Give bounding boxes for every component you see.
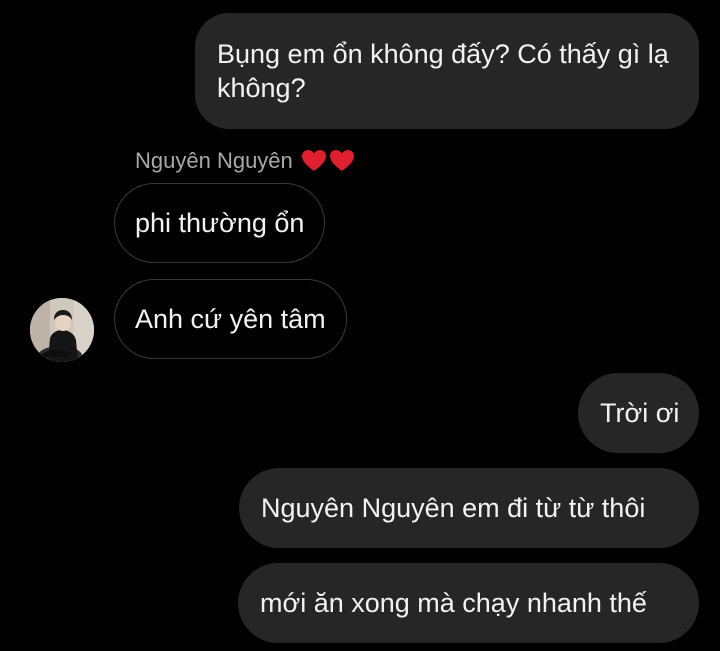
- avatar-image: [30, 298, 94, 362]
- sender-emoji: [301, 149, 355, 173]
- heart-icon: [329, 150, 354, 171]
- outgoing-message-1[interactable]: Bụng em ổn không đấy? Có thấy gì lạ khôn…: [195, 13, 699, 129]
- incoming-message-2[interactable]: Anh cứ yên tâm: [114, 279, 347, 359]
- sender-name: Nguyên Nguyên: [135, 148, 293, 173]
- outgoing-message-4[interactable]: mới ăn xong mà chạy nhanh thế: [238, 563, 699, 643]
- outgoing-message-3[interactable]: Nguyên Nguyên em đi từ từ thôi: [239, 468, 699, 548]
- message-text: Anh cứ yên tâm: [135, 304, 326, 334]
- heart-icon: [301, 150, 326, 171]
- message-text: Nguyên Nguyên em đi từ từ thôi: [261, 493, 646, 523]
- avatar[interactable]: [30, 298, 94, 362]
- sender-label: Nguyên Nguyên: [135, 146, 355, 176]
- message-text: Trời ơi: [600, 398, 680, 428]
- message-text: phi thường ổn: [135, 208, 305, 238]
- incoming-message-1[interactable]: phi thường ổn: [114, 183, 326, 263]
- outgoing-message-2[interactable]: Trời ơi: [578, 373, 699, 453]
- message-text: Bụng em ổn không đấy? Có thấy gì lạ khôn…: [217, 39, 669, 103]
- message-text: mới ăn xong mà chạy nhanh thế: [260, 588, 647, 618]
